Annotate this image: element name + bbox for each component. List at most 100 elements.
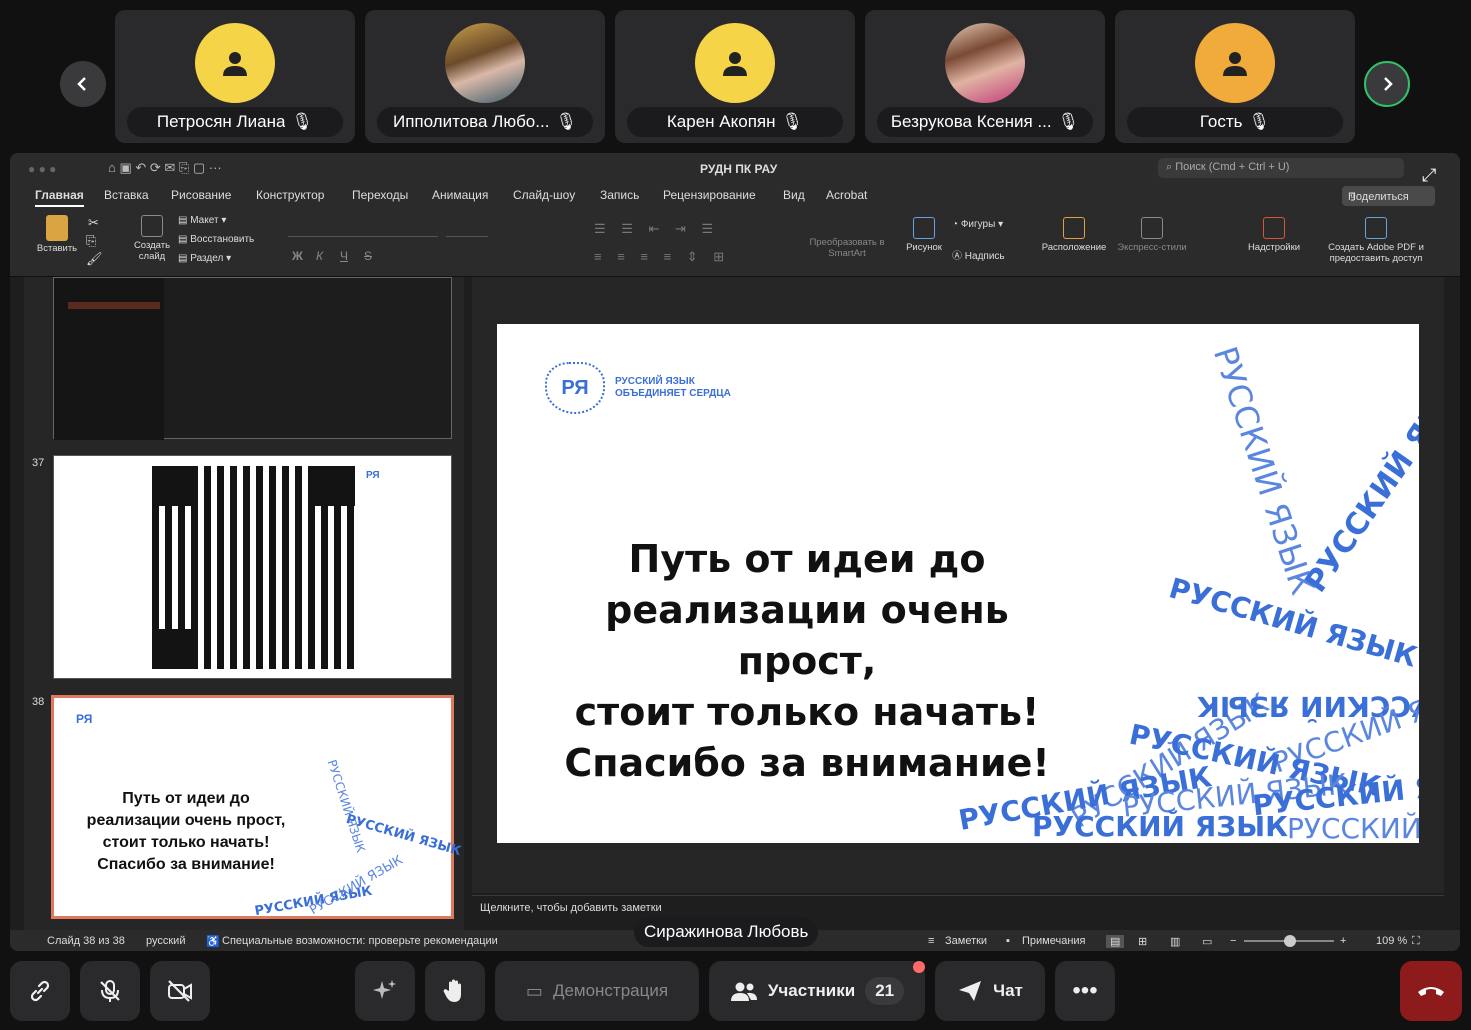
participant-name: Карен Акопян 🎙 xyxy=(627,107,843,137)
participant-tile[interactable]: Гость 🎙 xyxy=(1115,10,1355,143)
bold-button[interactable]: Ж xyxy=(292,249,303,263)
watermark-text: РУССКИЙ ЯЗЫК xyxy=(1287,812,1419,843)
new-slide-button[interactable]: Создать слайд xyxy=(128,215,176,262)
prev-participants-button[interactable] xyxy=(60,61,106,107)
participant-tile[interactable]: Ипполитова Любо... 🎙 xyxy=(365,10,605,143)
reset-button[interactable]: ▤ Восстановить xyxy=(178,234,254,245)
avatar xyxy=(1195,23,1275,103)
speaker-name: Сиражинова Любовь xyxy=(634,917,819,947)
logo-text: РУССКИЙ ЯЗЫК ОБЪЕДИНЯЕТ СЕРДЦА xyxy=(615,376,731,400)
mic-off-icon: 🎙 xyxy=(1057,112,1080,131)
quick-styles-button[interactable]: Экспресс-стили xyxy=(1112,217,1192,253)
font-size-select[interactable] xyxy=(446,219,488,237)
fit-window-icon[interactable]: ⛶ xyxy=(1412,935,1420,948)
zoom-in-icon[interactable]: + xyxy=(1340,935,1346,947)
zoom-slider-handle[interactable] xyxy=(1284,935,1296,947)
adobe-pdf-button[interactable]: Создать Adobe PDF и предоставить доступ xyxy=(1322,217,1430,264)
tab-review[interactable]: Рецензирование xyxy=(663,188,756,202)
participant-tile[interactable]: Карен Акопян 🎙 xyxy=(615,10,855,143)
people-icon xyxy=(730,982,757,1001)
section-button[interactable]: ▤ Раздел ▾ xyxy=(178,253,231,264)
title-line: стоит только начать! xyxy=(574,690,1040,734)
tab-view[interactable]: Вид xyxy=(783,188,805,202)
slide-thumb-36[interactable] xyxy=(53,277,452,440)
participants-button[interactable]: Участники 21 xyxy=(709,961,925,1021)
comments-toggle[interactable]: Примечания xyxy=(1022,935,1086,947)
zoom-level[interactable]: 109 % xyxy=(1376,935,1407,947)
mic-toggle-button[interactable] xyxy=(80,961,140,1021)
search-box[interactable]: ⌕ Поиск (Cmd + Ctrl + U) xyxy=(1158,158,1404,178)
titlebar-tools[interactable]: ⌂ ▣ ↶ ⟳ ✉ ⎘ ▢ ··· xyxy=(108,160,222,176)
addins-label: Надстройки xyxy=(1247,242,1301,253)
picture-button[interactable]: Рисунок xyxy=(902,217,946,253)
tab-design[interactable]: Конструктор xyxy=(256,188,324,202)
tab-slideshow[interactable]: Слайд-шоу xyxy=(513,188,575,202)
camera-toggle-button[interactable] xyxy=(150,961,210,1021)
share-button[interactable]: ⇪ Поделиться xyxy=(1342,186,1435,206)
arrange-button[interactable]: Расположение xyxy=(1038,217,1110,253)
sorter-view-icon[interactable]: ⊞ xyxy=(1138,935,1147,948)
normal-view-icon[interactable]: ▤ xyxy=(1106,935,1125,948)
tab-record[interactable]: Запись xyxy=(600,188,639,202)
screen-share-button[interactable]: ▭ Демонстрация xyxy=(495,961,699,1021)
avatar xyxy=(945,23,1025,103)
more-button[interactable]: ••• xyxy=(1055,961,1115,1021)
copy-icon[interactable]: ⎘ xyxy=(86,233,96,249)
align-tools[interactable]: ≡ ≡ ≡ ≡ ⇕ ⊞ xyxy=(594,249,730,265)
window-controls[interactable]: ● ● ● xyxy=(28,162,56,176)
mic-off-icon: 🎙 xyxy=(555,112,578,131)
cut-icon[interactable]: ✂ xyxy=(88,215,99,231)
participant-name: Гость 🎙 xyxy=(1127,107,1343,137)
slideshow-view-icon[interactable]: ▭ xyxy=(1202,935,1212,948)
copy-link-button[interactable] xyxy=(10,961,70,1021)
textbox-button[interactable]: Ⓐ Надпись xyxy=(952,247,1005,262)
notes-toggle[interactable]: Заметки xyxy=(945,935,987,947)
slide-title[interactable]: Путь от идеи до реализации очень прост, … xyxy=(537,534,1077,789)
underline-button[interactable]: Ч xyxy=(340,249,348,263)
reading-view-icon[interactable]: ▥ xyxy=(1170,935,1180,948)
font-family-select[interactable] xyxy=(288,219,438,237)
slide-number: 37 xyxy=(32,457,45,469)
tab-home[interactable]: Главная xyxy=(35,188,84,207)
section-icon: ▤ xyxy=(178,253,188,264)
tab-transitions[interactable]: Переходы xyxy=(352,188,408,202)
participant-tile[interactable]: Петросян Лиана 🎙 xyxy=(115,10,355,143)
participants-label: Участники xyxy=(767,981,856,1000)
zoom-out-icon[interactable]: − xyxy=(1230,935,1236,947)
convert-smartart-button[interactable]: Преобразовать в SmartArt xyxy=(806,237,888,259)
participant-name: Петросян Лиана 🎙 xyxy=(127,107,343,137)
user-icon xyxy=(723,52,747,76)
layout-label: Макет xyxy=(190,215,219,226)
tab-acrobat[interactable]: Acrobat xyxy=(826,188,867,202)
current-slide[interactable]: РЯ РУССКИЙ ЯЗЫК ОБЪЕДИНЯЕТ СЕРДЦА Путь о… xyxy=(497,324,1419,843)
adobe-pdf-label: Создать Adobe PDF и предоставить доступ xyxy=(1328,242,1424,264)
raise-hand-button[interactable] xyxy=(425,961,485,1021)
strike-button[interactable]: S xyxy=(364,249,372,263)
slides-panel[interactable]: 37 РЯ 38 РЯ Путь от идеи до реализации о… xyxy=(24,277,464,930)
language[interactable]: русский xyxy=(146,935,185,947)
tab-insert[interactable]: Вставка xyxy=(104,188,149,202)
avatar xyxy=(695,23,775,103)
accessibility-status[interactable]: Специальные возможности: проверьте реком… xyxy=(222,935,498,947)
italic-button[interactable]: К xyxy=(316,249,323,263)
addins-button[interactable]: Надстройки xyxy=(1242,217,1306,253)
next-participants-button[interactable] xyxy=(1364,61,1410,107)
participant-tile[interactable]: Безрукова Ксения ... 🎙 xyxy=(865,10,1105,143)
slide-thumb-38-selected[interactable]: РЯ Путь от идеи до реализации очень прос… xyxy=(51,695,463,919)
tab-draw[interactable]: Рисование xyxy=(171,188,231,202)
sparkle-icon xyxy=(373,980,396,999)
zoom-slider[interactable] xyxy=(1244,935,1334,947)
end-call-button[interactable] xyxy=(1400,961,1462,1021)
notes-pane[interactable]: Щелкните, чтобы добавить заметки xyxy=(472,895,1444,921)
effects-button[interactable] xyxy=(355,961,415,1021)
tab-animations[interactable]: Анимация xyxy=(432,188,488,202)
paste-button[interactable]: Вставить xyxy=(32,215,82,254)
heart-logo-icon: РЯ xyxy=(545,362,605,414)
format-painter-icon[interactable]: 🖌 xyxy=(86,251,103,267)
chat-button[interactable]: Чат xyxy=(935,961,1045,1021)
slide-thumb-37[interactable]: РЯ xyxy=(53,455,452,679)
shapes-button[interactable]: ◔ Фигуры ▾ xyxy=(952,219,1003,230)
paragraph-tools[interactable]: ☰ ☰ ⇤ ⇥ ☰ xyxy=(594,221,719,237)
paste-label: Вставить xyxy=(36,243,78,254)
layout-button[interactable]: ▤ Макет ▾ xyxy=(178,215,226,226)
